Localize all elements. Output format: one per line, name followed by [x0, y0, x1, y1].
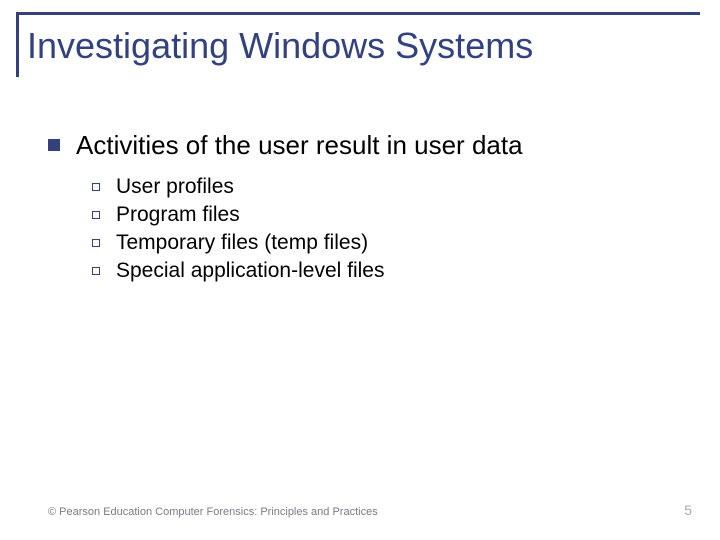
footer-copyright: © Pearson Education Computer Forensics: …	[48, 506, 378, 518]
square-outline-bullet-icon	[92, 239, 100, 247]
list-item-text: Program files	[116, 203, 240, 227]
list-item: Activities of the user result in user da…	[48, 130, 680, 161]
square-outline-bullet-icon	[92, 211, 100, 219]
square-outline-bullet-icon	[92, 183, 100, 191]
title-rule: Investigating Windows Systems	[16, 12, 700, 77]
title-container: Investigating Windows Systems	[16, 15, 700, 77]
list-item-text: Special application-level files	[116, 259, 384, 283]
slide: Investigating Windows Systems Activities…	[0, 0, 720, 540]
slide-title: Investigating Windows Systems	[27, 25, 700, 67]
square-outline-bullet-icon	[92, 267, 100, 275]
square-bullet-icon	[48, 139, 60, 151]
list-item-text: Temporary files (temp files)	[116, 231, 368, 255]
list-item: User profiles	[92, 175, 680, 199]
list-item: Temporary files (temp files)	[92, 231, 680, 255]
list-item: Program files	[92, 203, 680, 227]
list-item-text: Activities of the user result in user da…	[76, 130, 523, 161]
page-number: 5	[684, 502, 692, 518]
slide-body: Activities of the user result in user da…	[48, 130, 680, 287]
list-item-text: User profiles	[116, 175, 234, 199]
list-item: Special application-level files	[92, 259, 680, 283]
sub-list: User profiles Program files Temporary fi…	[92, 175, 680, 283]
